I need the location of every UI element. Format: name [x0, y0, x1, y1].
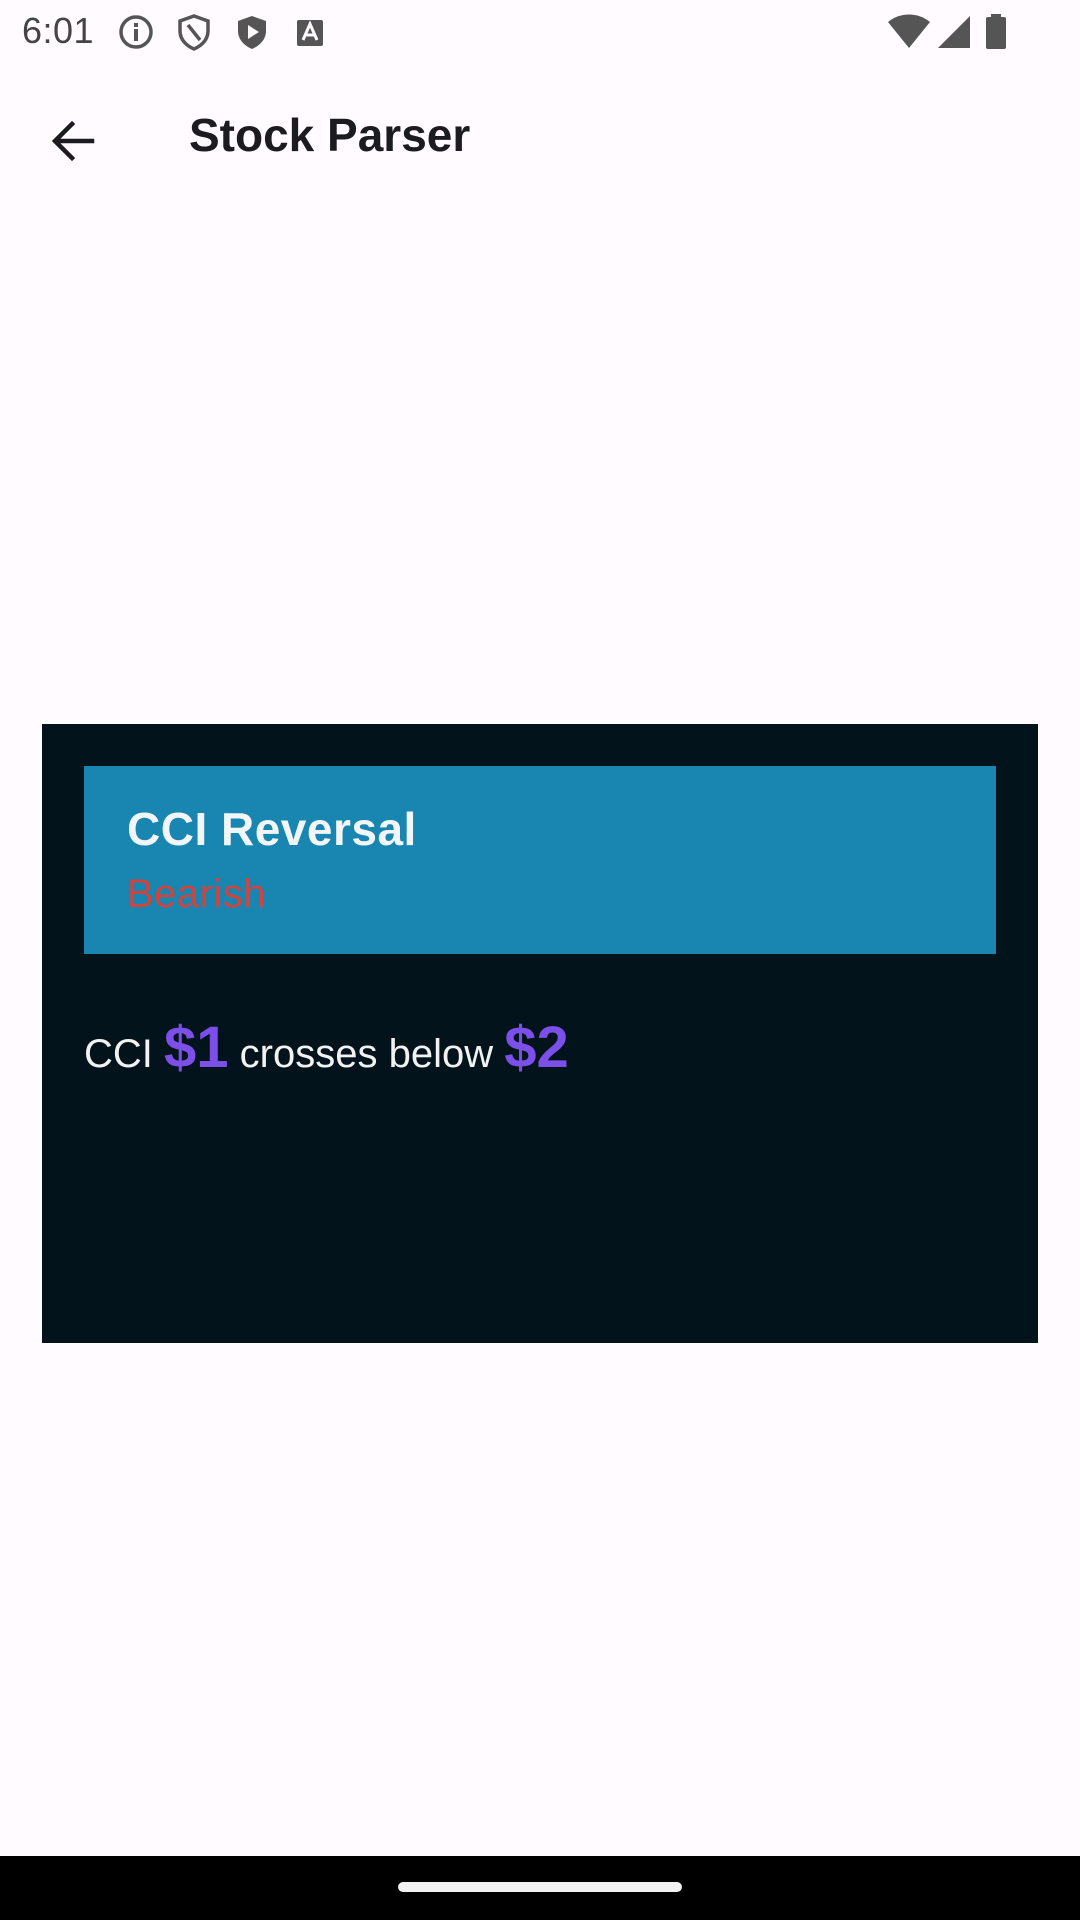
app-title: Stock Parser	[189, 109, 471, 161]
arrow-back-icon	[51, 120, 95, 162]
card-subtitle: Bearish	[127, 872, 267, 916]
card-title: CCI Reversal	[127, 803, 417, 855]
card-header: CCI Reversal Bearish	[84, 766, 996, 954]
info-icon	[119, 15, 153, 49]
description-prefix: CCI	[84, 1032, 153, 1076]
app-bar: Stock Parser	[0, 64, 1080, 208]
navigation-bar	[0, 1856, 1080, 1920]
pattern-card[interactable]: CCI Reversal Bearish CCI $1 crosses belo…	[42, 724, 1038, 1343]
wifi-icon	[888, 14, 930, 48]
status-bar: 6:01	[0, 0, 1080, 64]
variable-1: $1	[164, 1015, 229, 1080]
keyboard-a-icon	[297, 20, 323, 46]
play-shield-icon	[238, 16, 266, 49]
signal-icon	[938, 16, 970, 48]
shield-icon	[178, 14, 210, 51]
card-description: CCI $1 crosses below $2	[84, 1014, 569, 1081]
back-button[interactable]	[36, 104, 110, 178]
status-time: 6:01	[22, 10, 95, 51]
home-handle[interactable]	[398, 1882, 682, 1892]
description-middle: crosses below	[239, 1032, 494, 1076]
variable-2: $2	[504, 1015, 569, 1080]
battery-icon	[986, 14, 1006, 49]
